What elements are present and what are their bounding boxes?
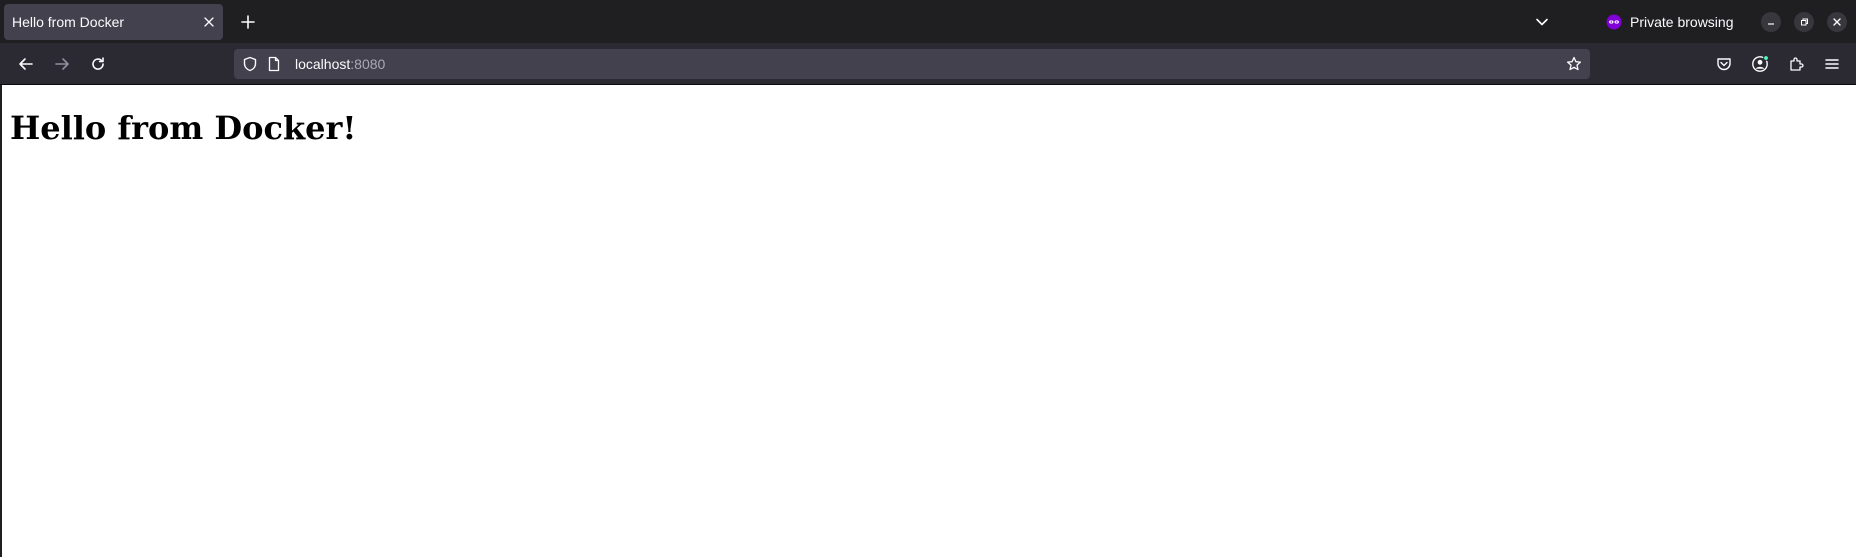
extensions-button[interactable] bbox=[1780, 48, 1812, 80]
private-browsing-label: Private browsing bbox=[1630, 14, 1734, 30]
url-text[interactable]: localhost:8080 bbox=[295, 49, 385, 79]
arrow-left-icon bbox=[18, 56, 34, 72]
address-bar[interactable]: localhost:8080 bbox=[234, 49, 1590, 79]
account-icon bbox=[1751, 55, 1769, 73]
back-button[interactable] bbox=[10, 48, 42, 80]
page-content: Hello from Docker! bbox=[2, 85, 1856, 557]
close-window-icon[interactable] bbox=[1827, 12, 1847, 32]
plus-icon[interactable] bbox=[234, 8, 262, 36]
private-mask-icon bbox=[1606, 14, 1622, 30]
hamburger-menu-icon bbox=[1824, 56, 1840, 72]
shield-icon[interactable] bbox=[240, 54, 260, 74]
url-port: :8080 bbox=[350, 56, 386, 72]
private-browsing-indicator: Private browsing bbox=[1606, 8, 1734, 36]
star-icon[interactable] bbox=[1564, 54, 1584, 74]
navigation-toolbar: localhost:8080 bbox=[0, 43, 1856, 85]
forward-button[interactable] bbox=[46, 48, 78, 80]
account-button[interactable] bbox=[1744, 48, 1776, 80]
url-host: localhost bbox=[295, 56, 351, 72]
arrow-right-icon bbox=[54, 56, 70, 72]
close-icon[interactable] bbox=[199, 12, 219, 32]
tab-active[interactable]: Hello from Docker bbox=[4, 4, 223, 40]
tab-strip: Hello from Docker Private browsing bbox=[0, 0, 1856, 43]
page-icon[interactable] bbox=[264, 54, 284, 74]
pocket-button[interactable] bbox=[1708, 48, 1740, 80]
menu-button[interactable] bbox=[1816, 48, 1848, 80]
minimize-icon[interactable] bbox=[1761, 12, 1781, 32]
chevron-down-icon[interactable] bbox=[1528, 8, 1556, 36]
reload-button[interactable] bbox=[82, 48, 114, 80]
page-heading: Hello from Docker! bbox=[10, 109, 357, 147]
pocket-icon bbox=[1716, 56, 1732, 72]
tab-title: Hello from Docker bbox=[12, 14, 125, 30]
restore-icon[interactable] bbox=[1794, 12, 1814, 32]
puzzle-icon bbox=[1788, 56, 1804, 72]
reload-icon bbox=[90, 56, 106, 72]
